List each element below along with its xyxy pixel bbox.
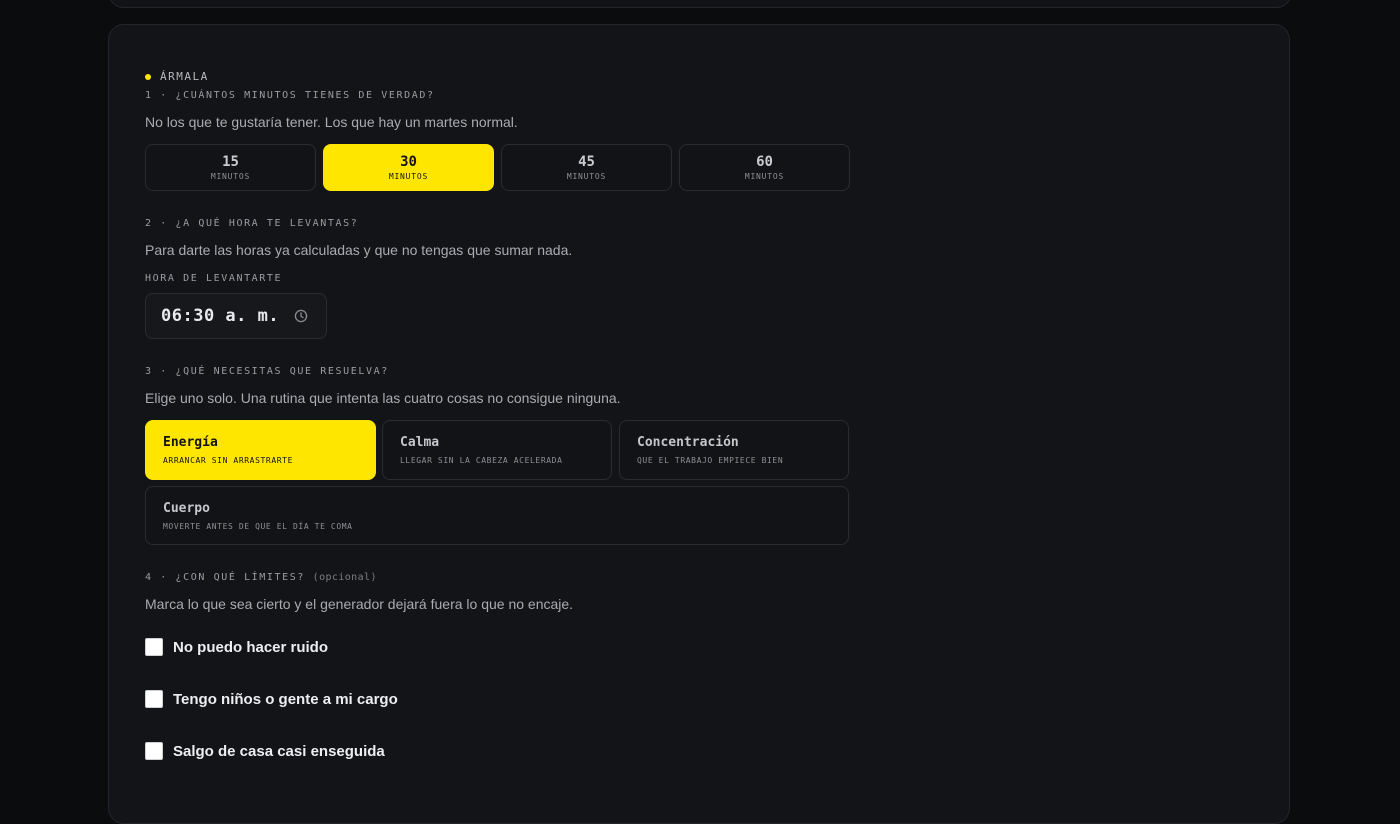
question-2-title: 2 · ¿A QUÉ HORA TE LEVANTAS?: [145, 218, 359, 229]
optional-tag: (opcional): [312, 572, 377, 583]
question-1-description: No los que te gustaría tener. Los que ha…: [145, 114, 518, 130]
wake-time-value: 06:30 a. m.: [161, 306, 280, 326]
dot-icon: [145, 73, 151, 80]
question-4-title-text: 4 · ¿CON QUÉ LÍMITES?: [145, 572, 306, 583]
minutes-option-value: 45: [578, 154, 595, 170]
checkbox-label: No puedo hacer ruido: [173, 638, 329, 656]
minutes-option-value: 15: [222, 154, 239, 170]
goal-option-subtitle: LLEGAR SIN LA CABEZA ACELERADA: [400, 456, 563, 465]
routine-form-panel: ÁRMALA 1 · ¿CUÁNTOS MINUTOS TIENES DE VE…: [108, 24, 1290, 824]
minutes-option-unit: MINUTOS: [744, 172, 785, 181]
question-2-description: Para darte las horas ya calculadas y que…: [145, 242, 573, 258]
clock-icon[interactable]: [294, 309, 308, 323]
goal-option-subtitle: ARRANCAR SIN ARRASTRARTE: [163, 456, 293, 465]
goal-option-title: Concentración: [637, 435, 739, 450]
checkbox-label: Tengo niños o gente a mi cargo: [173, 690, 398, 708]
checkbox[interactable]: [145, 742, 163, 760]
checkbox[interactable]: [145, 638, 163, 656]
goal-option-subtitle: MOVERTE ANTES DE QUE EL DÍA TE COMA: [163, 522, 353, 531]
minutes-option-value: 60: [756, 154, 773, 170]
previous-card: [108, 0, 1292, 8]
goal-option-title: Calma: [400, 435, 440, 450]
minutes-option-45[interactable]: 45 MINUTOS: [501, 144, 672, 191]
goal-option-energia[interactable]: Energía ARRANCAR SIN ARRASTRARTE: [145, 420, 376, 480]
limit-option-no-ruido[interactable]: No puedo hacer ruido: [145, 638, 328, 656]
minutes-option-30[interactable]: 30 MINUTOS: [323, 144, 494, 191]
goal-option-subtitle: QUE EL TRABAJO EMPIECE BIEN: [637, 456, 784, 465]
question-3-title: 3 · ¿QUÉ NECESITAS QUE RESUELVA?: [145, 366, 389, 377]
checkbox-label: Salgo de casa casi enseguida: [173, 742, 385, 760]
section-eyebrow: ÁRMALA: [145, 70, 209, 83]
minutes-option-unit: MINUTOS: [388, 172, 429, 181]
question-1-title: 1 · ¿CUÁNTOS MINUTOS TIENES DE VERDAD?: [145, 90, 435, 101]
minutes-options: 15 MINUTOS 30 MINUTOS 45 MINUTOS 60 MINU…: [145, 144, 850, 191]
limit-option-ninos[interactable]: Tengo niños o gente a mi cargo: [145, 690, 398, 708]
minutes-option-15[interactable]: 15 MINUTOS: [145, 144, 316, 191]
limit-option-salgo-enseguida[interactable]: Salgo de casa casi enseguida: [145, 742, 385, 760]
minutes-option-60[interactable]: 60 MINUTOS: [679, 144, 850, 191]
question-4-title: 4 · ¿CON QUÉ LÍMITES? (opcional): [145, 572, 377, 583]
section-eyebrow-label: ÁRMALA: [160, 70, 209, 83]
wake-time-label: HORA DE LEVANTARTE: [145, 273, 283, 284]
minutes-option-unit: MINUTOS: [210, 172, 251, 181]
minutes-option-value: 30: [400, 154, 417, 170]
minutes-option-unit: MINUTOS: [566, 172, 607, 181]
goal-option-title: Cuerpo: [163, 501, 210, 516]
goal-option-cuerpo[interactable]: Cuerpo MOVERTE ANTES DE QUE EL DÍA TE CO…: [145, 486, 849, 545]
question-3-description: Elige uno solo. Una rutina que intenta l…: [145, 390, 621, 406]
goal-option-calma[interactable]: Calma LLEGAR SIN LA CABEZA ACELERADA: [382, 420, 612, 480]
checkbox[interactable]: [145, 690, 163, 708]
question-4-description: Marca lo que sea cierto y el generador d…: [145, 596, 574, 612]
wake-time-input[interactable]: 06:30 a. m.: [145, 293, 327, 339]
goal-option-title: Energía: [163, 435, 218, 450]
goal-option-concentracion[interactable]: Concentración QUE EL TRABAJO EMPIECE BIE…: [619, 420, 849, 480]
